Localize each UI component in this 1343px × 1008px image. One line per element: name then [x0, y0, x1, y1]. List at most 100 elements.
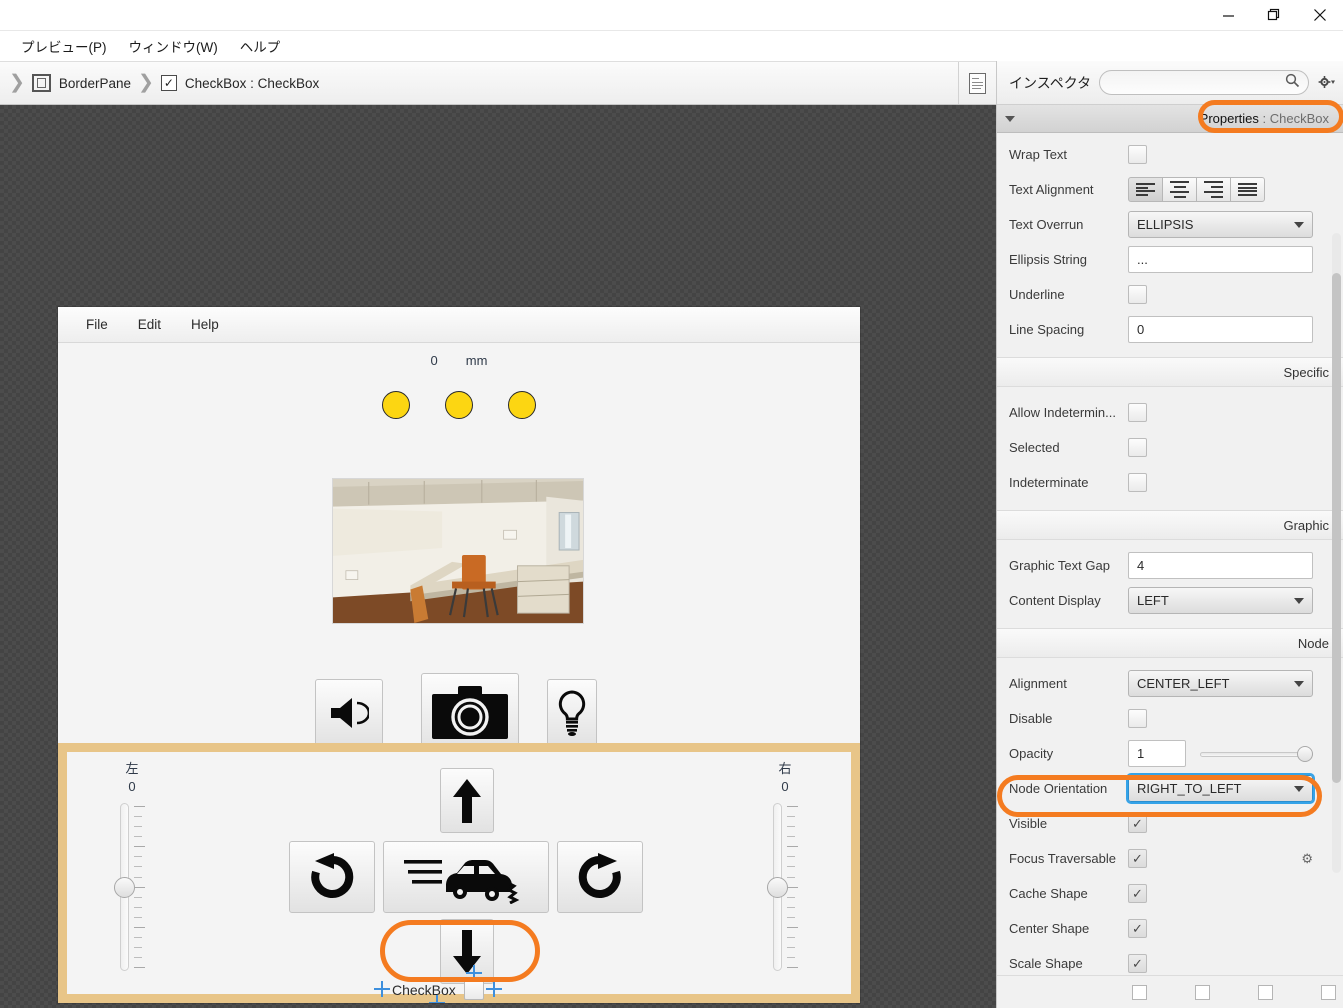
inspector-header: インスペクタ — [997, 61, 1343, 105]
inspector-footer — [997, 975, 1343, 1008]
minimize-button[interactable] — [1205, 0, 1251, 30]
status-indicator-row — [58, 391, 860, 419]
menu-window[interactable]: ウィンドウ(W) — [118, 33, 229, 59]
row-underline: Underline — [997, 277, 1343, 312]
design-canvas[interactable]: File Edit Help 0 mm 左 0 右 0 CheckBox — [0, 105, 996, 1008]
alignment-combo[interactable]: CENTER_LEFT — [1128, 670, 1313, 697]
combo-value: LEFT — [1137, 593, 1169, 608]
align-justify-icon[interactable] — [1230, 177, 1265, 202]
menu-help[interactable]: ヘルプ — [229, 33, 292, 59]
field-value: 0 — [1137, 322, 1145, 337]
ellipsis-string-field[interactable]: ... — [1128, 246, 1313, 273]
footer-checkbox[interactable] — [1195, 984, 1210, 1000]
scale-shape-checkbox[interactable]: ✓ — [1128, 954, 1147, 973]
close-button[interactable] — [1297, 0, 1343, 30]
room-photo — [332, 478, 584, 624]
footer-checkbox[interactable] — [1321, 984, 1336, 1000]
chevron-down-icon[interactable] — [1005, 115, 1015, 122]
row-graphic-text-gap: Graphic Text Gap 4 — [997, 548, 1343, 583]
status-indicator — [445, 391, 473, 419]
line-spacing-field[interactable]: 0 — [1128, 316, 1313, 343]
row-label: Center Shape — [1009, 921, 1090, 936]
camera-button[interactable] — [421, 673, 519, 753]
settings-gear-icon[interactable]: ⚙ — [1301, 851, 1313, 867]
disable-checkbox[interactable] — [1128, 709, 1147, 728]
preview-checkbox-label: CheckBox — [392, 982, 456, 998]
align-right-icon[interactable] — [1196, 177, 1231, 202]
inspector-scroll-area[interactable]: Wrap Text Text Alignment Text Overrun EL… — [997, 133, 1343, 975]
opacity-field[interactable]: 1 — [1128, 740, 1186, 767]
row-label: Selected — [1009, 440, 1060, 455]
row-content-display: Content Display LEFT — [997, 583, 1343, 618]
underline-checkbox[interactable] — [1128, 285, 1147, 304]
chevron-down-icon — [1294, 597, 1304, 604]
inspector-search[interactable] — [1099, 70, 1309, 95]
group-header-graphic[interactable]: Graphic — [997, 510, 1343, 540]
down-button[interactable] — [440, 919, 494, 984]
properties-section-bar[interactable]: Properties : CheckBox — [997, 105, 1343, 133]
rotate-cw-button[interactable] — [557, 841, 643, 913]
wrap-text-checkbox[interactable] — [1128, 145, 1147, 164]
preview-checkbox[interactable]: CheckBox — [374, 965, 502, 1003]
breadcrumb-item-checkbox[interactable]: ✓ CheckBox : CheckBox — [160, 75, 319, 91]
center-shape-checkbox[interactable]: ✓ — [1128, 919, 1147, 938]
speaker-button[interactable] — [315, 679, 383, 747]
preview-app-window[interactable]: File Edit Help 0 mm 左 0 右 0 CheckBox — [58, 307, 860, 1003]
document-icon — [969, 72, 986, 94]
row-cache-shape: Cache Shape ✓ — [997, 876, 1343, 911]
row-label: Visible — [1009, 816, 1048, 831]
row-label: Alignment — [1009, 676, 1067, 691]
row-label: Line Spacing — [1009, 322, 1085, 337]
selected-checkbox[interactable] — [1128, 438, 1147, 457]
row-center-shape: Center Shape ✓ — [997, 911, 1343, 946]
cache-shape-checkbox[interactable]: ✓ — [1128, 884, 1147, 903]
preview-bottom-region[interactable]: 左 0 右 0 CheckBox — [58, 743, 860, 1003]
car-button[interactable] — [383, 841, 549, 913]
gear-dropdown-icon[interactable] — [1317, 74, 1335, 92]
group-header-node[interactable]: Node — [997, 628, 1343, 658]
document-icon-button[interactable] — [958, 62, 996, 104]
rotate-ccw-button[interactable] — [289, 841, 375, 913]
search-input[interactable] — [1108, 74, 1285, 91]
menu-preview[interactable]: プレビュー(P) — [10, 33, 118, 59]
opacity-slider[interactable] — [1200, 745, 1313, 762]
footer-checkbox[interactable] — [1132, 984, 1147, 1000]
preview-checkbox-box[interactable] — [463, 980, 484, 1000]
inspector-group-graphic: Graphic Text Gap 4 Content Display LEFT — [997, 540, 1343, 628]
focus-traversable-checkbox[interactable]: ✓ — [1128, 849, 1147, 868]
lightbulb-button[interactable] — [547, 679, 597, 747]
field-value: 1 — [1137, 746, 1145, 761]
status-indicator — [508, 391, 536, 419]
preview-menu-edit[interactable]: Edit — [126, 313, 173, 336]
combo-value: ELLIPSIS — [1137, 217, 1194, 232]
visible-checkbox[interactable]: ✓ — [1128, 814, 1147, 833]
preview-menu-help[interactable]: Help — [179, 313, 231, 336]
text-overrun-combo[interactable]: ELLIPSIS — [1128, 211, 1313, 238]
up-button[interactable] — [440, 768, 494, 833]
row-ellipsis-string: Ellipsis String ... — [997, 242, 1343, 277]
row-wrap-text: Wrap Text — [997, 137, 1343, 172]
graphic-text-gap-field[interactable]: 4 — [1128, 552, 1313, 579]
row-label: Text Overrun — [1009, 217, 1084, 232]
group-header-specific[interactable]: Specific — [997, 357, 1343, 387]
align-left-icon[interactable] — [1128, 177, 1163, 202]
indeterminate-checkbox[interactable] — [1128, 473, 1147, 492]
breadcrumb-separator-icon: ❯ — [9, 71, 25, 93]
row-focus-traversable: Focus Traversable ✓ ⚙ — [997, 841, 1343, 876]
preview-menu-file[interactable]: File — [74, 313, 120, 336]
node-orientation-combo[interactable]: RIGHT_TO_LEFT — [1128, 775, 1313, 802]
footer-checkbox[interactable] — [1258, 984, 1273, 1000]
align-center-icon[interactable] — [1162, 177, 1197, 202]
allow-indeterminate-checkbox[interactable] — [1128, 403, 1147, 422]
rotate-left-icon — [306, 852, 358, 902]
properties-separator: : — [1258, 111, 1270, 126]
arrow-up-icon — [452, 777, 482, 825]
breadcrumb-item-borderpane[interactable]: BorderPane — [31, 74, 131, 92]
inspector-group-specific: Allow Indetermin... Selected Indetermina… — [997, 387, 1343, 510]
content-display-combo[interactable]: LEFT — [1128, 587, 1313, 614]
slider-thumb[interactable] — [1297, 745, 1313, 762]
restore-button[interactable] — [1251, 0, 1297, 30]
row-scale-shape: Scale Shape ✓ — [997, 946, 1343, 975]
scrollbar-thumb[interactable] — [1332, 273, 1341, 783]
inspector-scrollbar[interactable] — [1332, 233, 1341, 873]
